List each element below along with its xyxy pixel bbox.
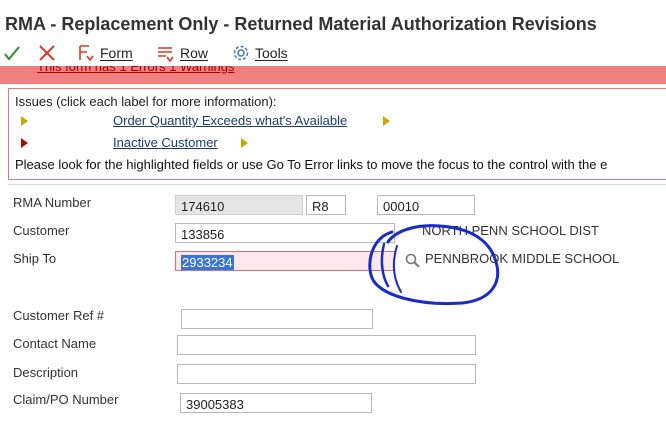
issues-panel: Issues (click each label for more inform… bbox=[8, 88, 666, 180]
row-menu-button[interactable]: Row bbox=[156, 40, 208, 66]
warning-arrow-icon bbox=[241, 138, 248, 148]
contact-name-label: Contact Name bbox=[13, 336, 97, 351]
customer-description: NORTH PENN SCHOOL DIST bbox=[422, 223, 599, 238]
check-icon bbox=[3, 44, 21, 62]
cancel-button[interactable] bbox=[38, 40, 56, 66]
warning-triangle-icon bbox=[21, 116, 28, 126]
ship-to-field[interactable]: 2933234 bbox=[175, 251, 395, 271]
contact-name-field[interactable] bbox=[177, 335, 476, 355]
description-label: Description bbox=[13, 365, 79, 380]
error-triangle-icon bbox=[21, 138, 28, 148]
description-field[interactable] bbox=[177, 364, 476, 384]
form-menu-label: Form bbox=[100, 45, 133, 61]
warning-arrow-icon bbox=[383, 116, 390, 126]
rma-company-field[interactable]: 00010 bbox=[377, 195, 475, 215]
form-area: RMA Number 174610 R8 00010 Customer 1338… bbox=[8, 184, 666, 425]
rma-number-label: RMA Number bbox=[13, 195, 92, 210]
issues-heading: Issues (click each label for more inform… bbox=[15, 94, 277, 109]
customer-field[interactable]: 133856 bbox=[175, 223, 395, 243]
customer-ref-field[interactable] bbox=[181, 309, 373, 329]
form-icon bbox=[76, 43, 96, 63]
title-bar: RMA - Replacement Only - Returned Materi… bbox=[0, 0, 666, 40]
tools-menu-button[interactable]: Tools bbox=[231, 40, 288, 66]
ship-to-description: PENNBROOK MIDDLE SCHOOL bbox=[425, 251, 620, 266]
toolbar: Form Row Tools bbox=[0, 40, 666, 66]
gear-icon bbox=[231, 43, 251, 63]
claim-po-field[interactable]: 39005383 bbox=[180, 393, 372, 413]
magnifier-icon[interactable] bbox=[404, 252, 422, 275]
ship-to-value: 2933234 bbox=[181, 255, 234, 270]
error-banner-link[interactable]: This form has 1 Errors 1 Warnings bbox=[37, 66, 234, 74]
issue-link-inactive-customer[interactable]: Inactive Customer bbox=[113, 135, 218, 150]
issue-item-inactive-customer: Inactive Customer bbox=[9, 135, 649, 153]
issue-item-quantity: Order Quantity Exceeds what's Available bbox=[9, 113, 649, 131]
claim-po-label: Claim/PO Number bbox=[13, 392, 119, 407]
page-title: RMA - Replacement Only - Returned Materi… bbox=[5, 14, 597, 34]
ship-to-label: Ship To bbox=[13, 251, 57, 266]
error-banner: This form has 1 Errors 1 Warnings bbox=[0, 66, 666, 84]
close-icon bbox=[38, 44, 56, 62]
rma-number-field: 174610 bbox=[175, 195, 303, 215]
issues-footer-message: Please look for the highlighted fields o… bbox=[15, 157, 608, 172]
tools-menu-label: Tools bbox=[255, 45, 288, 61]
customer-label: Customer bbox=[13, 223, 70, 238]
issue-link-quantity[interactable]: Order Quantity Exceeds what's Available bbox=[113, 113, 347, 128]
row-icon bbox=[156, 43, 176, 63]
row-menu-label: Row bbox=[180, 45, 209, 61]
ok-button[interactable] bbox=[3, 40, 21, 66]
customer-ref-label: Customer Ref # bbox=[13, 308, 105, 323]
rma-type-field[interactable]: R8 bbox=[306, 195, 346, 215]
form-menu-button[interactable]: Form bbox=[76, 40, 133, 66]
